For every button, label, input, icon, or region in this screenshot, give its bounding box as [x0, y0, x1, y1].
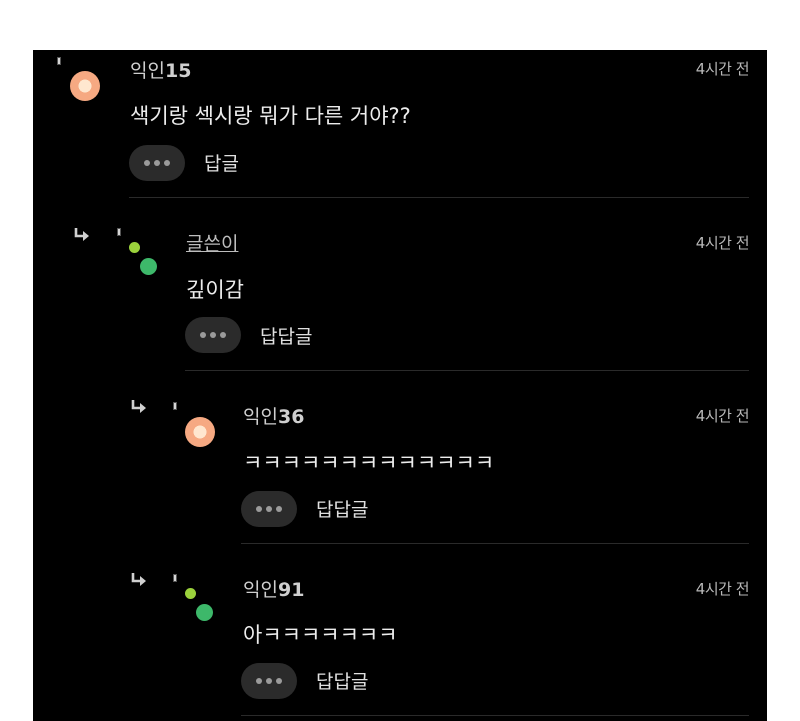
comment-panel: 익인15 4시간 전 색기랑 섹시랑 뭐가 다른 거야?? 답글 글쓴이 4시간… — [33, 50, 767, 721]
comment-author[interactable]: 글쓴이 — [186, 229, 238, 256]
divider — [241, 543, 749, 544]
comment-text: 깊이감 — [186, 278, 244, 302]
comment-author[interactable]: 익인91 — [243, 575, 304, 602]
comment-text: 아ㅋㅋㅋㅋㅋㅋㅋ — [243, 623, 398, 647]
comment-text: 색기랑 섹시랑 뭐가 다른 거야?? — [130, 104, 411, 128]
avatar — [70, 71, 100, 101]
comment-text: ㅋㅋㅋㅋㅋㅋㅋㅋㅋㅋㅋㅋㅋ — [243, 451, 495, 475]
comment-author[interactable]: 익인36 — [243, 402, 304, 429]
divider — [241, 715, 749, 716]
avatar — [185, 588, 196, 599]
comment-time: 4시간 전 — [695, 580, 750, 598]
marker-icon — [173, 574, 177, 582]
reply-button[interactable]: 답글 — [204, 149, 239, 176]
comment-time: 4시간 전 — [695, 407, 750, 425]
avatar — [129, 242, 140, 253]
reply-arrow-icon — [131, 573, 146, 586]
comment-author[interactable]: 익인15 — [130, 56, 191, 83]
more-dots-icon — [256, 678, 262, 684]
more-dots-icon — [144, 160, 150, 166]
marker-icon — [57, 57, 61, 65]
more-button[interactable] — [185, 317, 241, 353]
comment-time: 4시간 전 — [695, 234, 750, 252]
reply-arrow-icon — [74, 228, 89, 241]
avatar — [185, 417, 215, 447]
divider — [185, 370, 749, 371]
comment-time: 4시간 전 — [695, 60, 750, 78]
marker-icon — [117, 228, 121, 236]
more-button[interactable] — [129, 145, 185, 181]
more-dots-icon — [256, 506, 262, 512]
reply-button[interactable]: 답답글 — [316, 667, 368, 694]
reply-arrow-icon — [131, 400, 146, 413]
marker-icon — [173, 402, 177, 410]
more-dots-icon — [200, 332, 206, 338]
divider — [129, 197, 749, 198]
reply-button[interactable]: 답답글 — [260, 322, 312, 349]
reply-button[interactable]: 답답글 — [316, 495, 368, 522]
more-button[interactable] — [241, 663, 297, 699]
more-button[interactable] — [241, 491, 297, 527]
